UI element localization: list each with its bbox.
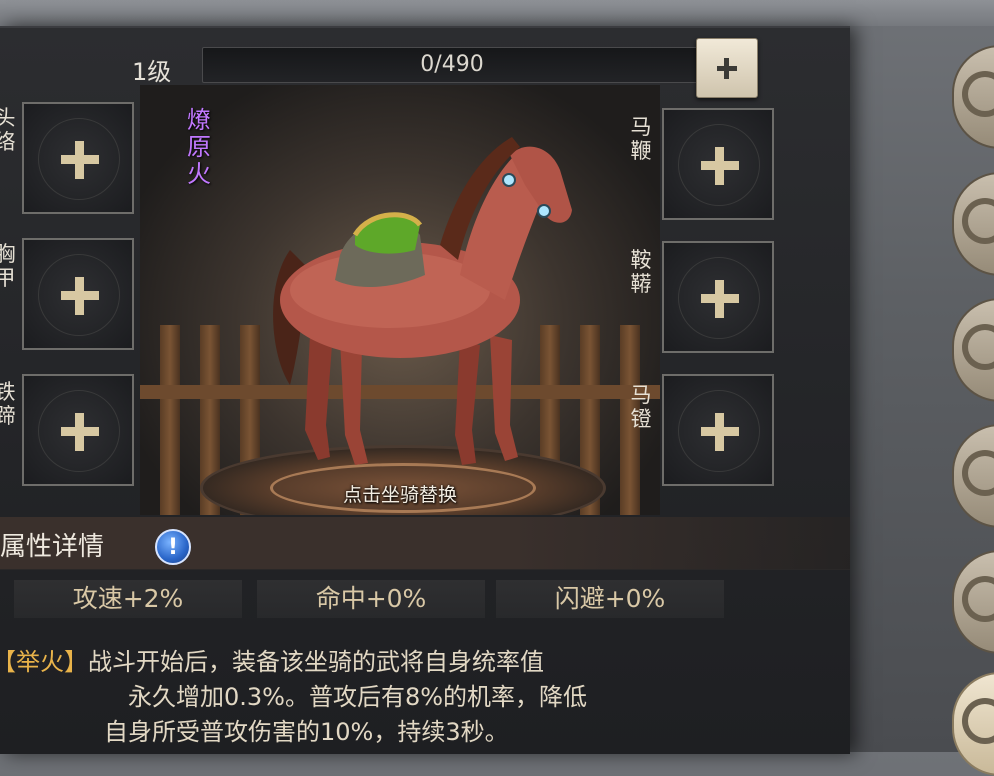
side-tab-5[interactable] bbox=[952, 550, 994, 654]
skill-description: 【举火】战斗开始后，装备该坐骑的武将自身统率值 永久增加0.3%。普攻后有8%的… bbox=[0, 645, 800, 750]
level-label: 1级 bbox=[132, 58, 172, 86]
mount-stage[interactable]: 点击坐骑替换 bbox=[140, 85, 660, 515]
side-tab-1[interactable] bbox=[952, 45, 994, 149]
equip-slot-head[interactable] bbox=[22, 102, 134, 214]
slot-label-hoof: 铁蹄 bbox=[0, 380, 16, 428]
skill-line-1: 战斗开始后，装备该坐骑的武将自身统率值 bbox=[88, 648, 544, 676]
attribute-title: 属性详情 bbox=[0, 532, 105, 562]
stat-evasion: 闪避+0% bbox=[496, 580, 724, 618]
equip-slot-chest[interactable] bbox=[22, 238, 134, 350]
side-tab-6-active[interactable] bbox=[952, 672, 994, 776]
horse-icon[interactable] bbox=[140, 85, 660, 515]
slot-label-whip: 马鞭 bbox=[630, 115, 652, 163]
top-bar bbox=[0, 0, 994, 26]
equip-slot-whip[interactable] bbox=[662, 108, 774, 220]
slot-label-chest: 胸甲 bbox=[0, 242, 16, 290]
add-exp-button[interactable] bbox=[696, 38, 758, 98]
slot-label-saddle: 鞍鞯 bbox=[630, 248, 652, 296]
mount-name: 燎原火 bbox=[187, 106, 211, 188]
slot-label-head: 头络 bbox=[0, 106, 16, 154]
side-tab-2[interactable] bbox=[952, 172, 994, 276]
replace-mount-hint[interactable]: 点击坐骑替换 bbox=[140, 480, 660, 507]
side-tab-3[interactable] bbox=[952, 298, 994, 402]
info-icon[interactable]: ! bbox=[155, 529, 191, 565]
slot-label-stirrup: 马镫 bbox=[630, 383, 652, 431]
skill-name: 【举火】 bbox=[0, 648, 88, 676]
equip-slot-hoof[interactable] bbox=[22, 374, 134, 486]
equip-slot-stirrup[interactable] bbox=[662, 374, 774, 486]
side-tab-4[interactable] bbox=[952, 424, 994, 528]
stat-accuracy: 命中+0% bbox=[257, 580, 485, 618]
equip-slot-saddle[interactable] bbox=[662, 241, 774, 353]
attribute-header-bar bbox=[0, 517, 850, 570]
skill-line-3: 自身所受普攻伤害的10%，持续3秒。 bbox=[104, 718, 509, 746]
exp-bar: 0/490 bbox=[202, 47, 702, 83]
stat-attack-speed: 攻速+2% bbox=[14, 580, 242, 618]
skill-line-2: 永久增加0.3%。普攻后有8%的机率，降低 bbox=[128, 683, 588, 711]
